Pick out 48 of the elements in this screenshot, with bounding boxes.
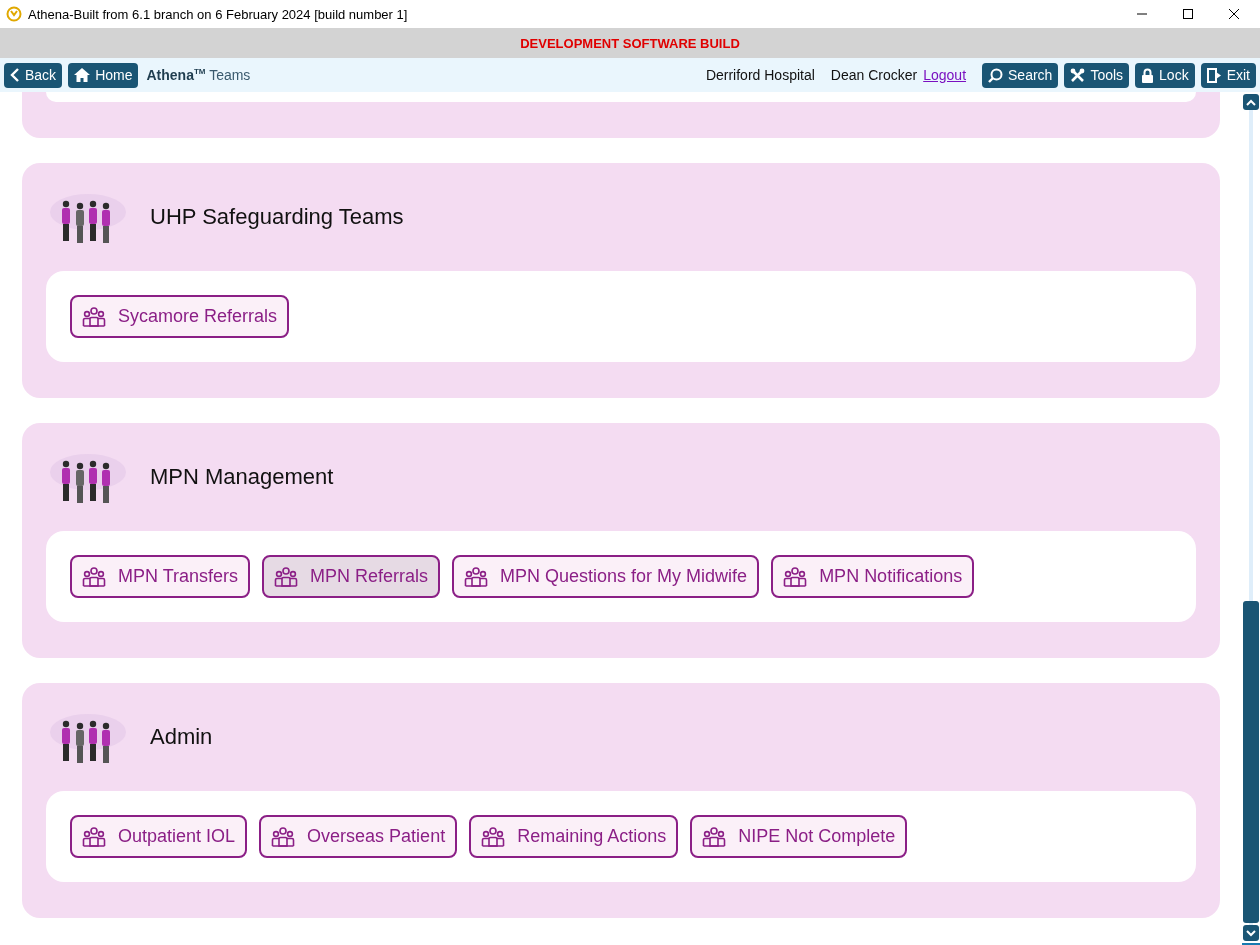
maximize-icon[interactable] bbox=[1182, 8, 1194, 20]
group-icon bbox=[702, 826, 727, 847]
app-logo-icon bbox=[6, 6, 22, 22]
group-icon bbox=[82, 826, 106, 847]
scroll-thumb[interactable] bbox=[1243, 601, 1259, 923]
build-banner-text: DEVELOPMENT SOFTWARE BUILD bbox=[520, 35, 740, 51]
scrollbar[interactable] bbox=[1242, 92, 1260, 945]
team-button[interactable]: MPN Referrals bbox=[262, 555, 441, 598]
chevron-down-icon bbox=[1246, 929, 1256, 937]
toolbar-button[interactable]: Tools bbox=[1064, 62, 1130, 88]
team-button[interactable]: Outpatient IOL bbox=[70, 815, 248, 858]
team-button[interactable]: Sycamore Referrals bbox=[70, 295, 290, 338]
nav-button[interactable]: Home bbox=[68, 62, 139, 88]
toolbar-button[interactable]: Lock bbox=[1135, 62, 1195, 88]
chevron-up-icon bbox=[1246, 98, 1256, 106]
team-button[interactable]: NIPE Not Complete bbox=[690, 815, 908, 858]
toolbar-button[interactable]: Exit bbox=[1200, 62, 1256, 88]
group-icon bbox=[274, 566, 299, 587]
group-icon bbox=[783, 566, 808, 587]
team-button[interactable]: MPN Questions for My Midwife bbox=[452, 555, 760, 598]
user-name: Dean Crocker bbox=[830, 67, 918, 83]
group-title: UHP Safeguarding Teams bbox=[150, 204, 404, 230]
group-icon bbox=[82, 306, 106, 327]
app-name: Athena$^{TM}$ Teams bbox=[146, 67, 251, 83]
toolbar-button[interactable]: Search bbox=[982, 62, 1059, 88]
window-title: Athena-Built from 6.1 branch on 6 February 2024 [build number 1] bbox=[28, 6, 408, 22]
team-button[interactable]: Overseas Patient bbox=[259, 815, 458, 858]
team-button[interactable]: MPN Notifications bbox=[771, 555, 975, 598]
chevron-left-icon bbox=[10, 68, 20, 82]
hospital-name: Derriford Hospital bbox=[705, 67, 815, 83]
close-icon[interactable] bbox=[1228, 8, 1240, 20]
exit-icon bbox=[1206, 67, 1222, 83]
group-title: Admin bbox=[150, 724, 213, 750]
tools-icon bbox=[1070, 67, 1086, 83]
group-icon bbox=[271, 826, 296, 847]
nav-button[interactable]: Back bbox=[4, 62, 63, 88]
home-icon bbox=[74, 68, 91, 82]
group-icon bbox=[481, 826, 506, 847]
team-button[interactable]: Remaining Actions bbox=[469, 815, 679, 858]
group-icon bbox=[464, 566, 489, 587]
search-icon bbox=[988, 67, 1004, 83]
scroll-up-button[interactable] bbox=[1243, 94, 1259, 110]
team-button[interactable]: MPN Transfers bbox=[70, 555, 251, 598]
group-icon bbox=[82, 566, 106, 587]
logout-link[interactable]: Logout bbox=[923, 67, 967, 83]
lock-icon bbox=[1141, 67, 1155, 83]
group-title: MPN Management bbox=[150, 464, 334, 490]
scroll-down-button[interactable] bbox=[1243, 925, 1259, 941]
